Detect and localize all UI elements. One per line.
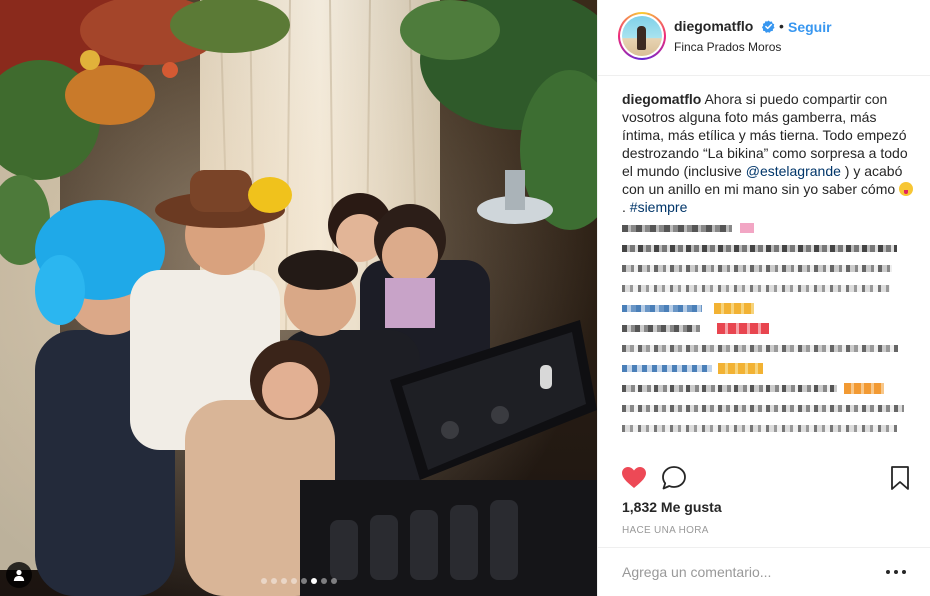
verified-badge-icon <box>762 20 775 33</box>
post-side-panel: diegomatflo • Seguir Finca Prados Moros … <box>597 0 930 596</box>
carousel-dot[interactable] <box>300 578 307 584</box>
carousel-dot[interactable] <box>320 578 327 584</box>
carousel-dot[interactable] <box>330 578 337 584</box>
post-caption: diegomatflo Ahora si puedo compartir con… <box>622 90 914 216</box>
header-separator: • <box>779 18 784 34</box>
post-actions <box>598 456 930 496</box>
obscured-comment <box>622 319 914 339</box>
carousel-dot-active[interactable] <box>310 578 317 584</box>
username-link[interactable]: diegomatflo <box>674 18 753 34</box>
carousel-dot[interactable] <box>260 578 267 584</box>
tongue-face-emoji-icon <box>899 182 914 196</box>
obscured-comment <box>622 339 914 359</box>
post-timestamp[interactable]: HACE UNA HORA <box>622 525 709 536</box>
obscured-comment <box>622 239 914 259</box>
follow-button[interactable]: Seguir <box>788 19 832 35</box>
obscured-comment <box>622 219 914 239</box>
carousel-dot[interactable] <box>280 578 287 584</box>
caption-hashtag[interactable]: #siempre <box>630 199 688 215</box>
heart-filled-icon[interactable] <box>620 464 648 492</box>
avatar[interactable] <box>618 12 666 60</box>
obscured-comment <box>622 299 914 319</box>
comment-list <box>622 219 914 439</box>
obscured-comment <box>622 279 914 299</box>
post-photo[interactable] <box>0 0 597 596</box>
comment-input[interactable] <box>622 562 872 582</box>
obscured-comment <box>622 379 914 399</box>
caption-mention[interactable]: @estelagrande <box>746 163 841 179</box>
user-tag-button[interactable] <box>6 562 32 588</box>
comment-bubble-icon[interactable] <box>660 464 688 492</box>
photo-scene <box>0 0 597 596</box>
avatar-image <box>622 16 662 56</box>
more-options-icon[interactable] <box>886 564 906 580</box>
bookmark-icon[interactable] <box>886 464 914 492</box>
obscured-comment <box>622 259 914 279</box>
post-header: diegomatflo • Seguir Finca Prados Moros <box>598 0 930 76</box>
caption-text-3: . <box>622 199 630 215</box>
obscured-comment <box>622 359 914 379</box>
carousel-indicator <box>0 578 597 584</box>
likes-count[interactable]: 1,832 Me gusta <box>622 499 722 515</box>
location-link[interactable]: Finca Prados Moros <box>674 40 781 54</box>
obscured-comment <box>622 419 914 439</box>
caption-username[interactable]: diegomatflo <box>622 91 701 107</box>
carousel-dot[interactable] <box>270 578 277 584</box>
obscured-comment <box>622 399 914 419</box>
carousel-dot[interactable] <box>290 578 297 584</box>
add-comment-box <box>598 547 930 596</box>
comments-section: diegomatflo Ahora si puedo compartir con… <box>622 90 914 454</box>
